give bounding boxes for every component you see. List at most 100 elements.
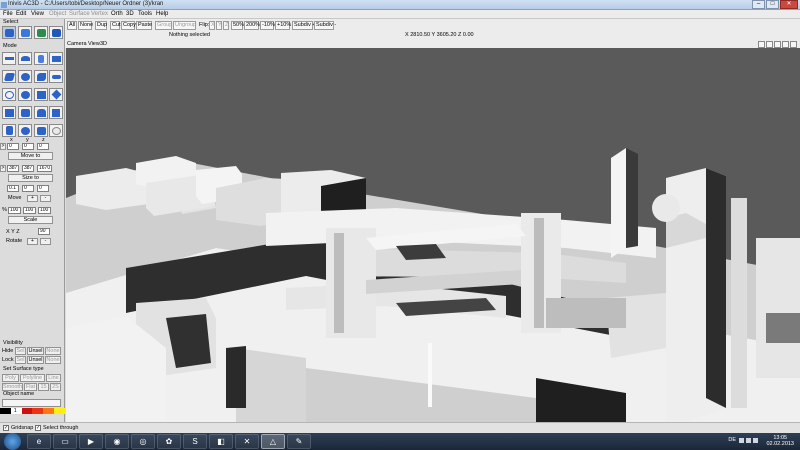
sphere-mode-icon[interactable] bbox=[18, 106, 32, 119]
menu-object[interactable]: Object bbox=[49, 11, 66, 17]
view-menu-view[interactable]: View bbox=[88, 41, 100, 47]
3d-viewport[interactable] bbox=[66, 48, 800, 422]
select-groups-icon[interactable] bbox=[34, 26, 48, 39]
xampp-icon[interactable]: ✕ bbox=[235, 434, 259, 449]
subdiv-minus-button[interactable]: Subdiv - bbox=[314, 21, 336, 30]
gridsnap-checkbox[interactable]: ✓ bbox=[3, 425, 9, 431]
color-palette[interactable]: 1 bbox=[0, 408, 65, 414]
menu-file[interactable]: File bbox=[3, 11, 13, 17]
media-player-icon[interactable]: ▶ bbox=[79, 434, 103, 449]
scale-button[interactable]: Scale bbox=[8, 216, 53, 224]
hide-sel-button[interactable]: Sel bbox=[15, 347, 26, 355]
move-z-field[interactable]: 0 bbox=[37, 185, 49, 192]
language-indicator[interactable]: DE bbox=[728, 437, 736, 443]
group-button[interactable]: Group bbox=[155, 21, 172, 30]
subdiv-plus-button[interactable]: Subdiv + bbox=[292, 21, 316, 30]
curve-mode-icon[interactable] bbox=[18, 70, 32, 83]
move-mode-icon[interactable] bbox=[2, 52, 16, 65]
box-mode-icon[interactable] bbox=[2, 106, 16, 119]
ungroup-button[interactable]: Ungroup bbox=[173, 21, 196, 30]
chrome-icon[interactable]: ◎ bbox=[131, 434, 155, 449]
poly-button[interactable]: Poly bbox=[2, 374, 19, 382]
maximize-button[interactable]: □ bbox=[766, 0, 779, 9]
paste-button[interactable]: Paste bbox=[136, 21, 152, 30]
palette-swatch-yellow[interactable] bbox=[54, 408, 65, 414]
size-z-field[interactable]: 1670 bbox=[37, 165, 52, 172]
rectangle-mode-icon[interactable] bbox=[34, 88, 48, 101]
paint-icon[interactable]: ◧ bbox=[209, 434, 233, 449]
view-layout-icon[interactable] bbox=[758, 41, 765, 48]
select-none-button[interactable]: None bbox=[78, 21, 93, 30]
lock-sel-button[interactable]: Sel bbox=[15, 356, 26, 364]
scale-y-field[interactable]: 100 bbox=[23, 207, 36, 214]
tray-flag-icon[interactable] bbox=[739, 438, 744, 443]
rotate-axes-selector[interactable]: X Y Z bbox=[6, 229, 20, 235]
spline-mode-icon[interactable] bbox=[34, 70, 48, 83]
hide-none-button[interactable]: None bbox=[45, 347, 61, 355]
zoom-50-button[interactable]: 50% bbox=[231, 21, 244, 30]
view-menu-camera[interactable]: Camera bbox=[67, 41, 87, 47]
hide-unsel-button[interactable]: Unsel bbox=[27, 347, 44, 355]
rotate-minus-button[interactable]: - bbox=[40, 238, 51, 245]
menu-help[interactable]: Help bbox=[156, 11, 168, 17]
move-plus-button[interactable]: + bbox=[27, 195, 38, 202]
minimize-button[interactable]: – bbox=[752, 0, 765, 9]
select-through-checkbox[interactable]: ✓ bbox=[35, 425, 41, 431]
menu-orth[interactable]: Orth bbox=[111, 11, 123, 17]
ball-mode-icon[interactable] bbox=[18, 124, 32, 137]
tray-clock[interactable]: 13:05 02.02.2013 bbox=[766, 435, 794, 447]
ac3d-icon[interactable]: △ bbox=[261, 434, 285, 449]
extrude-mode-icon[interactable] bbox=[49, 52, 63, 65]
scale-z-field[interactable]: 100 bbox=[38, 207, 51, 214]
mesh-mode-icon[interactable] bbox=[49, 106, 63, 119]
palette-swatch-black[interactable] bbox=[0, 408, 11, 414]
move-to-button[interactable]: Move to bbox=[8, 152, 53, 160]
cone-mode-icon[interactable] bbox=[34, 124, 48, 137]
chat-icon[interactable]: ✿ bbox=[157, 434, 181, 449]
move-y-field[interactable]: 0 bbox=[22, 185, 34, 192]
ellipse-mode-icon[interactable] bbox=[18, 88, 32, 101]
explorer-icon[interactable]: ▭ bbox=[53, 434, 77, 449]
copy-button[interactable]: Copy bbox=[121, 21, 136, 30]
object-name-field[interactable] bbox=[2, 399, 61, 407]
lock-none-button[interactable]: None bbox=[45, 356, 61, 364]
flat-button[interactable]: Flat bbox=[24, 383, 37, 391]
menu-surface[interactable]: Surface bbox=[69, 11, 90, 17]
angle-15-button[interactable]: 15 bbox=[38, 383, 49, 391]
flip-y-button[interactable]: Y bbox=[216, 21, 222, 30]
polygon-mode-icon[interactable] bbox=[49, 88, 63, 101]
zoom-out-10-button[interactable]: -10% bbox=[260, 21, 275, 30]
firefox-icon[interactable]: ◉ bbox=[105, 434, 129, 449]
tube-mode-icon[interactable] bbox=[2, 124, 16, 137]
tray-volume-icon[interactable] bbox=[753, 438, 758, 443]
line-mode-icon[interactable] bbox=[49, 70, 63, 83]
move-to-z-field[interactable]: 0 bbox=[37, 143, 49, 150]
move-to-x-field[interactable]: 0 bbox=[7, 143, 19, 150]
scale-x-field[interactable]: 100 bbox=[8, 207, 21, 214]
flip-x-button[interactable]: X bbox=[209, 21, 215, 30]
rotate-plus-button[interactable]: + bbox=[27, 238, 38, 245]
menu-view[interactable]: View bbox=[31, 11, 44, 17]
select-objects-icon[interactable] bbox=[18, 26, 32, 39]
cylinder-mode-icon[interactable] bbox=[34, 106, 48, 119]
skype-icon[interactable]: S bbox=[183, 434, 207, 449]
zoom-in-10-button[interactable]: +10% bbox=[275, 21, 291, 30]
move-minus-button[interactable]: - bbox=[40, 195, 51, 202]
select-vertices-icon[interactable] bbox=[2, 26, 16, 39]
size-arrow-button[interactable]: > bbox=[0, 165, 6, 172]
view-textures-icon[interactable] bbox=[774, 41, 781, 48]
palette-swatch-orange[interactable] bbox=[43, 408, 55, 414]
two-sided-button[interactable]: 2S bbox=[50, 383, 61, 391]
polyline-button[interactable]: Polyline bbox=[20, 374, 45, 382]
menu-3d[interactable]: 3D bbox=[126, 11, 134, 17]
menu-tools[interactable]: Tools bbox=[138, 11, 152, 17]
poly-mode-icon[interactable] bbox=[2, 70, 16, 83]
light-mode-icon[interactable] bbox=[49, 124, 63, 137]
smooth-button[interactable]: Smooth bbox=[2, 383, 23, 391]
size-x-field[interactable]: 387 bbox=[7, 165, 19, 172]
select-surfaces-icon[interactable] bbox=[49, 26, 63, 39]
palette-swatch-red[interactable] bbox=[21, 408, 33, 414]
zoom-200-button[interactable]: 200% bbox=[244, 21, 260, 30]
view-solid-icon[interactable] bbox=[790, 41, 797, 48]
move-x-field[interactable]: 0.1 bbox=[7, 185, 19, 192]
